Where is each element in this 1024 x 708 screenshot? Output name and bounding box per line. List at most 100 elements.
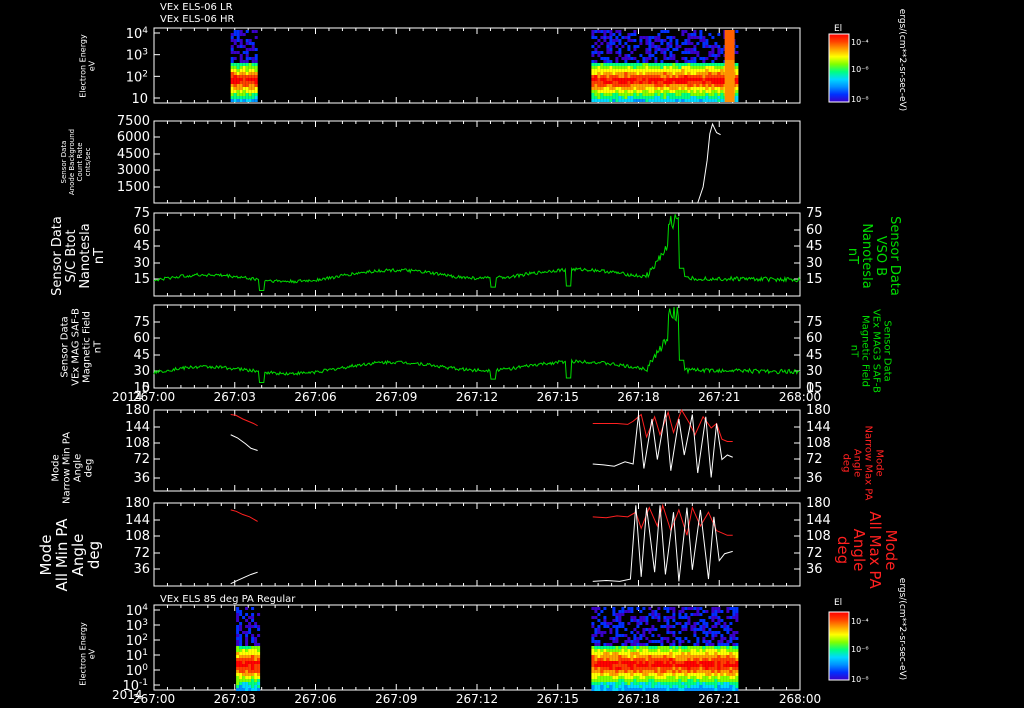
p7-spectrogram-cell	[690, 649, 694, 652]
p7-spectrogram-cell	[591, 667, 595, 670]
p7-spectrogram-cell	[681, 664, 685, 667]
p7-spectrogram-cell	[630, 688, 634, 691]
p1-spectrogram-cell	[251, 81, 255, 84]
p1-spectrogram-cell	[699, 75, 703, 78]
p7-spectrogram-cell	[669, 649, 673, 652]
p7-spectrogram-cell	[672, 664, 676, 667]
p1-spectrogram-cell	[600, 75, 604, 78]
p1-spectrogram-cell	[245, 84, 249, 87]
p1-spectrogram-cell	[251, 30, 255, 33]
p7-spectrogram-cell	[648, 661, 652, 664]
p7-spectrogram-cell	[248, 688, 252, 691]
p7-spectrogram-cell	[242, 655, 246, 658]
p7-spectrogram-cell	[251, 634, 255, 637]
p1-spectrogram-cell	[654, 60, 658, 63]
p7-spectrogram-cell	[711, 655, 715, 658]
p7-spectrogram-cell	[696, 607, 700, 610]
p7-spectrogram-cell	[648, 652, 652, 655]
p1-spectrogram-cell	[693, 36, 697, 39]
p7-spectrogram-cell	[615, 679, 619, 682]
p1-spectrogram-cell	[672, 81, 676, 84]
p7-spectrogram-cell	[729, 628, 733, 631]
p7-spectrogram-cell	[603, 652, 607, 655]
p7-spectrogram-cell	[666, 622, 670, 625]
p1-spectrogram-cell	[651, 69, 655, 72]
p7-spectrogram-cell	[612, 649, 616, 652]
p7-spectrogram-cell	[603, 649, 607, 652]
p7-spectrogram-cell	[618, 661, 622, 664]
p7-spectrogram-cell	[669, 643, 673, 646]
p7-spectrogram-cell	[594, 610, 598, 613]
p1-spectrogram-cell	[624, 63, 628, 66]
p1-spectrogram-cell	[717, 66, 721, 69]
p7-spectrogram-cell	[720, 640, 724, 643]
p1-spectrogram-cell	[615, 51, 619, 54]
p1-spectrogram-cell	[684, 96, 688, 99]
p1-spectrogram-cell	[708, 99, 712, 102]
p1-spectrogram-cell	[639, 78, 643, 81]
p1-spectrogram-cell	[648, 63, 652, 66]
title-top-line2: VEx ELS-06 HR	[160, 14, 235, 25]
p1-spectrogram-cell	[606, 48, 610, 51]
p1-spectrogram-cell	[681, 75, 685, 78]
p7-spectrogram-cell	[657, 679, 661, 682]
p1-spectrogram-cell	[672, 87, 676, 90]
p1-spectrogram-cell	[630, 66, 634, 69]
p7-spectrogram-cell	[702, 658, 706, 661]
p7-spectrogram-cell	[711, 616, 715, 619]
p7-spectrogram-cell	[594, 652, 598, 655]
p7-spectrogram-cell	[684, 622, 688, 625]
p1-spectrogram-cell	[675, 42, 679, 45]
p1-spectrogram-cell	[645, 57, 649, 60]
p1-spectrogram-cell	[672, 36, 676, 39]
p3-right-ytick-label: 15	[806, 272, 823, 287]
p1-spectrogram-cell	[248, 81, 252, 84]
p7-spectrogram-cell	[594, 661, 598, 664]
p7-spectrogram-cell	[702, 667, 706, 670]
time-label-bottom: 267:06	[294, 692, 336, 706]
p7-spectrogram-cell	[248, 655, 252, 658]
p1-spectrogram-cell	[708, 63, 712, 66]
time-label-bottom: 267:21	[698, 692, 740, 706]
p7-spectrogram-cell	[621, 643, 625, 646]
p1-spectrogram-cell	[597, 93, 601, 96]
p7-spectrogram-cell	[245, 679, 249, 682]
p1-spectrogram-cell	[639, 54, 643, 57]
p7-spectrogram-cell	[612, 661, 616, 664]
p7-spectrogram-cell	[648, 667, 652, 670]
p7-spectrogram-cell	[708, 631, 712, 634]
p1-spectrogram-cell	[702, 60, 706, 63]
p7-spectrogram-cell	[678, 640, 682, 643]
p7-spectrogram-cell	[606, 652, 610, 655]
p1-spectrogram-cell	[681, 42, 685, 45]
p1-spectrogram-cell	[233, 84, 237, 87]
p7-spectrogram-cell	[693, 667, 697, 670]
p1-spectrogram-cell	[630, 78, 634, 81]
p7-spectrogram-cell	[615, 664, 619, 667]
p1-spectrogram-cell	[594, 63, 598, 66]
p1-spectrogram-cell	[678, 96, 682, 99]
p3-right-ytick-label: 60	[806, 223, 823, 238]
p7-spectrogram-cell	[726, 631, 730, 634]
p7-spectrogram-cell	[603, 667, 607, 670]
p1-spectrogram-cell	[624, 66, 628, 69]
p1-spectrogram-cell	[633, 75, 637, 78]
p7-spectrogram-cell	[714, 631, 718, 634]
p1-spectrogram-cell	[242, 60, 246, 63]
p7-spectrogram-cell	[603, 622, 607, 625]
p1-spectrogram-cell	[684, 51, 688, 54]
p7-spectrogram-cell	[669, 658, 673, 661]
p7-spectrogram-cell	[627, 655, 631, 658]
p7-spectrogram-cell	[630, 652, 634, 655]
p7-spectrogram-cell	[627, 676, 631, 679]
p7-spectrogram-cell	[690, 613, 694, 616]
p7-spectrogram-cell	[654, 664, 658, 667]
p7-spectrogram-cell	[726, 625, 730, 628]
p7-spectrogram-cell	[618, 649, 622, 652]
p7-spectrogram-cell	[693, 625, 697, 628]
p7-spectrogram-cell	[672, 646, 676, 649]
p1-spectrogram-cell	[627, 33, 631, 36]
p7-spectrogram-cell	[257, 664, 261, 667]
p7-spectrogram-cell	[254, 673, 258, 676]
p1-spectrogram-cell	[630, 57, 634, 60]
